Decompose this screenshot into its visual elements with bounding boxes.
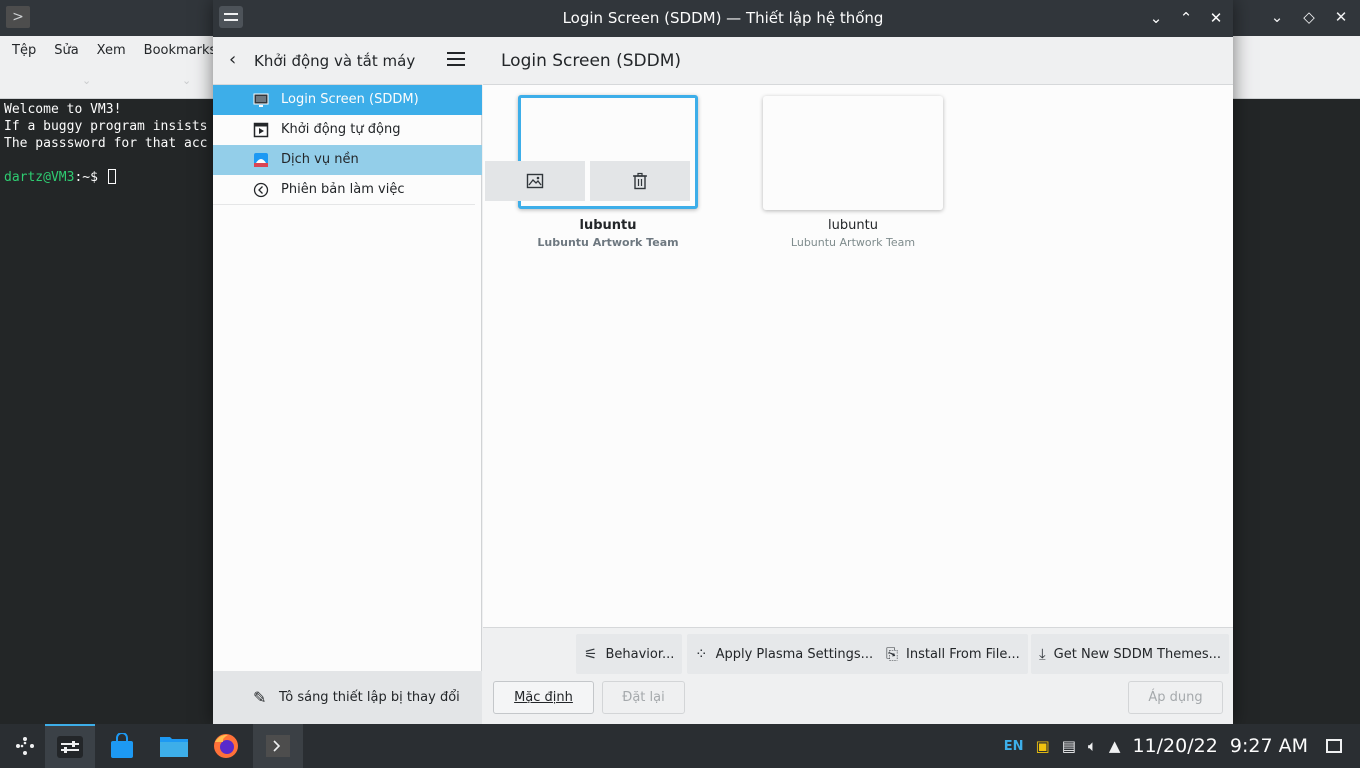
task-system-settings[interactable]: [45, 724, 95, 768]
sidebar-item-autostart[interactable]: Khởi động tự động: [213, 115, 482, 145]
page-title: Login Screen (SDDM): [501, 51, 682, 71]
prompt-path: :~$: [74, 170, 98, 185]
toolbar-chevron-icon[interactable]: ⌄: [182, 74, 191, 87]
behavior-button[interactable]: ⚟ Behavior...: [576, 634, 683, 674]
task-firefox[interactable]: [201, 724, 251, 768]
reset-label: Đặt lại: [622, 690, 665, 705]
defaults-label: Mặc định: [514, 690, 573, 705]
text-cursor: [107, 169, 116, 184]
terminal-maximize-icon[interactable]: ◇: [1298, 6, 1320, 28]
terminal-minimize-icon[interactable]: ⌄: [1266, 6, 1288, 28]
terminal-close-icon[interactable]: ✕: [1330, 6, 1352, 28]
theme-author: Lubuntu Artwork Team: [790, 236, 916, 249]
menu-view[interactable]: Xem: [97, 43, 126, 58]
keyboard-layout[interactable]: EN: [1004, 739, 1024, 754]
apply-plasma-label: Apply Plasma Settings...: [715, 646, 874, 662]
terminal-app-icon[interactable]: >: [6, 6, 30, 28]
trash-icon: [633, 172, 647, 190]
menu-file[interactable]: Tệp: [12, 43, 36, 58]
apply-settings-icon: ⁘: [695, 645, 708, 663]
clipboard-icon[interactable]: ▤: [1062, 737, 1076, 755]
theme-author: Lubuntu Artwork Team: [537, 236, 679, 249]
tray-expand-icon[interactable]: ▲: [1109, 737, 1121, 755]
bottom-toolbar: ⚟ Behavior... ⁘ Apply Plasma Settings...…: [483, 627, 1233, 724]
sidebar: ‹ Khởi động và tắt máy Login Screen (SDD…: [213, 37, 482, 724]
behavior-label: Behavior...: [605, 646, 675, 662]
window-titlebar: Login Screen (SDDM) — Thiết lập hệ thống…: [213, 0, 1233, 37]
menu-edit[interactable]: Sửa: [54, 43, 78, 58]
monitor-icon: [253, 93, 269, 107]
minimize-icon[interactable]: ⌄: [1145, 7, 1167, 29]
autostart-icon: [253, 122, 269, 138]
launcher-icon: [16, 737, 34, 755]
defaults-button[interactable]: Mặc định: [493, 681, 594, 714]
image-icon: [526, 173, 544, 189]
apply-button[interactable]: Áp dụng: [1128, 681, 1223, 714]
highlight-changed-label: Tô sáng thiết lập bị thay đổi: [279, 690, 460, 705]
sliders-icon: ⚟: [584, 645, 598, 663]
application-launcher[interactable]: [0, 724, 50, 768]
highlight-changed-settings-button[interactable]: ✎ Tô sáng thiết lập bị thay đổi: [213, 671, 482, 724]
sidebar-item-background-services[interactable]: Dịch vụ nền: [213, 145, 482, 175]
close-icon[interactable]: ✕: [1205, 7, 1227, 29]
folder-icon: [160, 737, 188, 757]
install-from-file-label: Install From File...: [906, 646, 1020, 662]
clock[interactable]: 11/20/22 9:27 AM: [1132, 735, 1308, 757]
page-header: Login Screen (SDDM): [483, 37, 1233, 85]
sidebar-header: ‹ Khởi động và tắt máy: [213, 37, 482, 85]
sidebar-item-session[interactable]: Phiên bản làm việc: [213, 175, 475, 205]
sidebar-item-label: Phiên bản làm việc: [281, 182, 405, 197]
toolbar-chevron-icon[interactable]: ⌄: [82, 74, 91, 87]
reset-button[interactable]: Đặt lại: [602, 681, 685, 714]
clipboard-manager-icon[interactable]: ▣: [1036, 737, 1050, 755]
task-file-manager[interactable]: [149, 724, 199, 768]
back-chevron-icon[interactable]: ‹: [229, 50, 236, 70]
settings-task-icon: [57, 736, 83, 758]
volume-icon[interactable]: 🔈︎: [1088, 737, 1097, 755]
show-desktop-icon[interactable]: [1326, 739, 1342, 753]
firefox-icon: [214, 734, 238, 758]
sidebar-item-label: Login Screen (SDDM): [281, 92, 419, 107]
install-from-file-button[interactable]: ⎘ Install From File...: [878, 634, 1028, 674]
highlighter-icon: ✎: [253, 688, 267, 707]
clock-time: 9:27 AM: [1229, 735, 1308, 757]
window-title: Login Screen (SDDM) — Thiết lập hệ thống: [562, 9, 884, 27]
maximize-icon[interactable]: ⌃: [1175, 7, 1197, 29]
terminal-task-icon: [266, 735, 290, 757]
task-konsole[interactable]: [253, 724, 303, 768]
sidebar-item-label: Khởi động tự động: [281, 122, 401, 137]
sidebar-item-label: Dịch vụ nền: [281, 152, 359, 167]
theme-grid: lubuntu Lubuntu Artwork Team lubuntu Lub…: [483, 85, 1233, 627]
menu-bookmarks[interactable]: Bookmarks: [144, 43, 217, 58]
apply-label: Áp dụng: [1148, 690, 1203, 705]
system-settings-window: Login Screen (SDDM) — Thiết lập hệ thống…: [213, 0, 1233, 724]
sidebar-item-login-screen[interactable]: Login Screen (SDDM): [213, 85, 482, 115]
background-services-icon: [254, 153, 268, 167]
apply-plasma-settings-button[interactable]: ⁘ Apply Plasma Settings...: [687, 634, 882, 674]
get-new-label: Get New SDDM Themes...: [1053, 646, 1222, 662]
task-discover[interactable]: [97, 724, 147, 768]
delete-theme-button[interactable]: [590, 161, 690, 201]
theme-name: lubuntu: [828, 218, 878, 233]
system-tray: EN ▣ ▤ 🔈︎ ▲ 11/20/22 9:27 AM: [1004, 724, 1360, 768]
clock-date: 11/20/22: [1132, 735, 1218, 757]
store-bag-icon: [111, 733, 133, 758]
download-icon: ⤓: [1039, 645, 1046, 663]
taskbar: EN ▣ ▤ 🔈︎ ▲ 11/20/22 9:27 AM: [0, 724, 1360, 768]
session-icon: [253, 182, 269, 198]
theme-name: lubuntu: [579, 218, 637, 233]
theme-card[interactable]: [763, 96, 943, 210]
install-file-icon: ⎘: [886, 645, 899, 663]
prompt-user: dartz@VM3: [4, 170, 75, 185]
preview-button[interactable]: [485, 161, 585, 201]
sidebar-category-title[interactable]: Khởi động và tắt máy: [254, 52, 415, 70]
hamburger-menu-icon[interactable]: [447, 52, 465, 66]
get-new-themes-button[interactable]: ⤓ Get New SDDM Themes...: [1031, 634, 1230, 674]
